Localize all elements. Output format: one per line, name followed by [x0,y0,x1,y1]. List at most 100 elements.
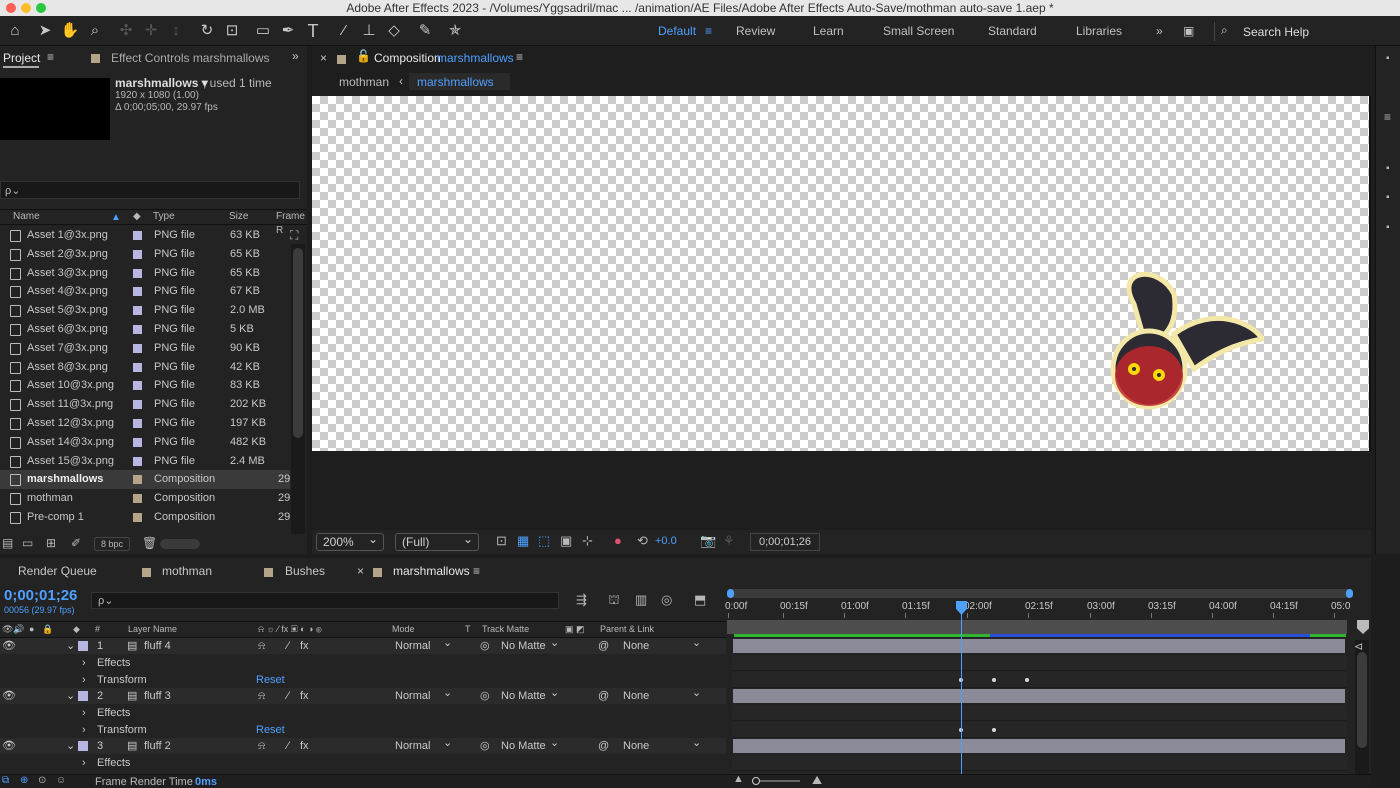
shy-switch-icon[interactable]: ⍾ [258,688,265,704]
tab-project[interactable]: Project [3,51,40,65]
transform-group-row[interactable]: › Transform Reset [0,722,726,738]
track-matte-dropdown[interactable]: No Matte ⌄ [496,737,562,754]
channel-icon[interactable]: ● [614,533,622,548]
label-color[interactable] [133,231,142,240]
selected-item-name[interactable]: marshmallows ▾ [115,76,208,90]
blend-mode-dropdown[interactable]: Normal ⌄ [390,737,455,754]
composition-tab-name[interactable]: marshmallows [437,51,514,65]
twirl-chevron-icon[interactable]: ⌄ [66,638,75,654]
workspace-menu-icon[interactable]: ≡ [705,24,712,38]
workspace-learn[interactable]: Learn [813,24,844,38]
transform-group-row[interactable]: › Transform Reset [0,672,726,688]
clone-stamp-tool-icon[interactable]: ⊥ [357,19,381,43]
layer-row[interactable]: 👁 ⌄ 1 ▤ fluff 4 ⍾ ⁄ fx Normal ⌄ ◎ No Matte ⌄ @ None ⌄ [0,637,726,654]
project-item-row[interactable]: Asset 3@3x.png PNG file 65 KB [0,264,290,283]
snapshot-icon[interactable]: 📷 [700,533,716,549]
twirl-chevron-icon[interactable]: › [82,705,86,721]
keyframe-marker[interactable] [1025,678,1029,682]
pan-tool-icon[interactable]: ✛ [139,19,163,43]
zoom-in-icon[interactable]: ⛰ [812,773,822,788]
orbit-tool-icon[interactable]: ✣ [114,19,138,43]
zoom-slider-thumb[interactable] [752,777,760,785]
quality-switch-icon[interactable]: ⁄ [287,638,289,654]
rotation-tool-icon[interactable]: ↻ [195,19,219,43]
composition-tab-prefix[interactable]: Composition [374,51,441,65]
twirl-chevron-icon[interactable]: › [82,655,86,671]
audio-switch-icon[interactable]: 🔊 [13,622,24,637]
column-name[interactable]: Name [13,210,40,224]
work-area-range[interactable] [727,620,1347,634]
panel-menu-icon[interactable]: ≡ [473,564,480,578]
draft-3d-icon[interactable]: ⛫ [608,592,620,610]
keyframe-marker[interactable] [992,728,996,732]
project-item-row[interactable]: mothman Composition 29 [0,489,290,508]
pick-whip-icon[interactable]: @ [598,638,609,654]
twirl-chevron-icon[interactable]: ⌄ [66,688,75,704]
roto-brush-tool-icon[interactable]: ✎ [413,19,437,43]
layer-label-color[interactable] [78,741,88,751]
transparency-grid-icon[interactable]: ▦ [517,533,529,549]
label-color[interactable] [133,343,142,353]
interpret-footage-icon[interactable]: ▤ [2,536,13,550]
label-color[interactable] [133,325,142,334]
close-tab-icon[interactable]: × [320,51,327,65]
effects-switch-icon[interactable]: fx [300,688,309,704]
project-item-row[interactable]: Asset 14@3x.png PNG file 482 KB [0,433,290,452]
new-composition-icon[interactable]: ⊞ [46,536,56,550]
search-help-field[interactable]: ⌕ Search Help [1214,22,1400,41]
panel-menu-icon[interactable]: ≡ [47,50,54,64]
zoom-tool-icon[interactable]: ⌕ [83,19,107,43]
work-area-end-handle[interactable] [1346,589,1353,598]
track-matte-dropdown[interactable]: No Matte ⌄ [496,637,562,654]
delete-icon[interactable]: 🗑 [142,536,157,550]
label-color[interactable] [133,513,142,522]
brush-tool-icon[interactable]: ⁄ [332,19,356,43]
parent-dropdown[interactable]: None ⌄ [618,687,704,704]
layer-row[interactable]: 👁 ⌄ 3 ▤ fluff 2 ⍾ ⁄ fx Normal ⌄ ◎ No Matte ⌄ @ None ⌄ [0,737,726,754]
timeline-scrollbar-track[interactable] [1355,640,1369,788]
label-color[interactable] [133,494,142,504]
show-snapshot-icon[interactable]: ⚘ [723,533,735,549]
dock-menu-icon[interactable]: ≡ [1384,110,1391,124]
layer-duration-bar[interactable] [733,689,1345,703]
home-icon[interactable]: ⌂ [3,19,27,43]
matte-source-icon[interactable]: ◎ [480,738,490,754]
region-of-interest-icon[interactable]: ▣ [560,533,572,549]
work-area-bar[interactable] [727,589,1353,598]
layer-visibility-icon[interactable]: 👁 [2,688,16,704]
pen-tool-icon[interactable]: ✒ [276,19,300,43]
fit-to-frame-icon[interactable]: ⊡ [496,533,507,549]
tab-mothman[interactable]: mothman [162,564,212,578]
monitor-icon[interactable]: ▣ [1183,24,1194,38]
rectangle-tool-icon[interactable]: ▭ [251,19,275,43]
layer-name[interactable]: fluff 3 [144,688,171,704]
close-window-button[interactable] [6,3,16,13]
project-item-row[interactable]: Asset 15@3x.png PNG file 2.4 MB [0,452,290,471]
blend-mode-dropdown[interactable]: Normal ⌄ [390,637,455,654]
twirl-chevron-icon[interactable]: ⌄ [66,738,75,754]
project-item-row[interactable]: Asset 6@3x.png PNG file 5 KB [0,320,290,339]
layer-duration-bar[interactable] [733,639,1345,653]
quality-switch-icon[interactable]: ⁄ [287,738,289,754]
dock-info-icon[interactable]: ▪ [1386,53,1390,64]
panel-menu-icon[interactable]: ≡ [516,50,523,64]
dock-align-icon[interactable]: ▪ [1386,192,1390,203]
project-item-row[interactable]: Asset 5@3x.png PNG file 2.0 MB [0,301,290,320]
layer-visibility-icon[interactable]: 👁 [2,738,16,754]
exposure-value[interactable]: +0.0 [655,535,677,547]
transfer-controls-icon[interactable]: ⊕ [20,775,28,786]
guides-icon[interactable]: ⊹ [582,533,593,549]
more-tabs-icon[interactable]: » [292,49,299,63]
layer-name[interactable]: fluff 4 [144,638,171,654]
hand-tool-icon[interactable]: ✋ [58,19,82,43]
graph-editor-icon[interactable]: ⬒ [694,592,706,608]
pick-whip-icon[interactable]: @ [598,738,609,754]
new-folder-icon[interactable]: ▭ [22,536,33,550]
tab-render-queue[interactable]: Render Queue [18,564,97,578]
reset-transform-link[interactable]: Reset [256,672,285,688]
breadcrumb-mothman[interactable]: mothman [339,75,389,89]
zoom-out-icon[interactable]: ▲ [733,773,744,785]
project-item-row[interactable]: Asset 11@3x.png PNG file 202 KB [0,395,290,414]
label-color[interactable] [133,437,142,447]
project-item-row[interactable]: Asset 8@3x.png PNG file 42 KB [0,358,290,377]
